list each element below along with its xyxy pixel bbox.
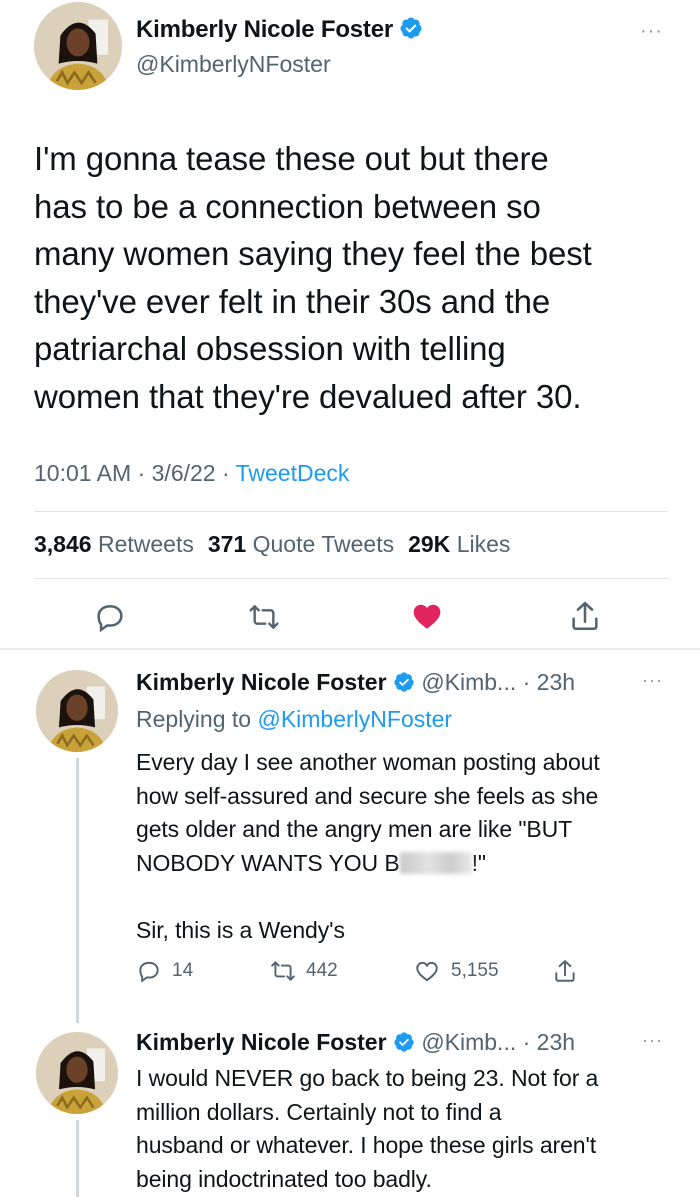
reply-author-name[interactable]: Kimberly Nicole Foster	[136, 669, 387, 695]
section-divider	[0, 648, 700, 650]
reply-text-line: NOBODY WANTS YOU B !"	[136, 847, 676, 881]
censored-word	[399, 851, 472, 874]
reply-count: 14	[172, 960, 194, 981]
reply-avatar[interactable]	[36, 670, 118, 752]
tweet-date[interactable]: 3/6/22	[152, 460, 216, 486]
like-count: 5,155	[451, 960, 499, 981]
reply-text-fragment: !"	[471, 849, 486, 876]
thread-connector	[76, 758, 79, 1023]
reply-text-line: million dollars. Certainly not to find a	[136, 1098, 502, 1125]
likes-label: Likes	[456, 531, 511, 557]
reply-time[interactable]: · 23h	[523, 669, 575, 695]
reply-text: Every day I see another woman posting ab…	[136, 746, 676, 947]
retweets-count: 3,846	[34, 531, 92, 557]
retweets-label: Retweets	[97, 531, 194, 557]
reply-icon	[139, 961, 159, 983]
thread-connector	[76, 1120, 79, 1197]
reply-handle[interactable]: @Kimb...	[421, 669, 516, 695]
author-handle[interactable]: @KimberlyNFoster	[136, 51, 331, 78]
quotes-count: 371	[207, 531, 247, 557]
tweet-metadata: 10:01 AM · 3/6/22 · TweetDeck	[34, 460, 349, 487]
reply-header: Kimberly Nicole Foster @Kimb... · 23h	[136, 669, 575, 696]
quote-tweets-stat[interactable]: 371 Quote Tweets	[208, 531, 394, 557]
reply-button[interactable]: 14	[136, 958, 193, 984]
retweet-button[interactable]	[247, 601, 281, 638]
more-icon[interactable]: ···	[642, 670, 663, 691]
reply-text-fragment: NOBODY WANTS YOU B	[136, 849, 400, 876]
likes-stat[interactable]: 29K Likes	[408, 531, 510, 557]
heart-icon	[413, 604, 441, 629]
tweet-text-line: patriarchal obsession with telling	[34, 330, 506, 367]
reply-text-line: husband or whatever. I hope these girls …	[136, 1132, 597, 1158]
reply-text-line: being indoctrinated too badly.	[136, 1165, 432, 1192]
tweet-text-line: many women saying they feel the best	[34, 235, 592, 272]
reply-icon	[97, 605, 123, 633]
tweet-text-line: I'm gonna tease these out but there	[34, 140, 549, 177]
replying-to-link[interactable]: @KimberlyNFoster	[257, 706, 452, 732]
share-icon	[572, 601, 598, 631]
retweets-stat[interactable]: 3,846 Retweets	[34, 531, 194, 557]
reply-text-line: I would NEVER go back to being 23. Not f…	[136, 1065, 599, 1091]
like-button[interactable]	[410, 600, 444, 637]
replying-prefix: Replying to	[136, 706, 252, 732]
tweet-text-line: women that they're devalued after 30.	[34, 377, 582, 415]
quotes-label: Quote Tweets	[252, 531, 395, 557]
reply-header: Kimberly Nicole Foster @Kimb... · 23h	[136, 1029, 575, 1056]
more-icon[interactable]: ···	[640, 20, 663, 43]
separator: ·	[131, 460, 152, 486]
reply-text-line: how self-assured and secure she feels as…	[136, 782, 599, 809]
reply-handle[interactable]: @Kimb...	[421, 1029, 516, 1055]
share-button[interactable]	[568, 599, 602, 638]
verified-badge-icon	[394, 672, 414, 692]
heart-outline-icon	[416, 961, 438, 982]
reply-text-line: Sir, this is a Wendy's	[136, 916, 345, 943]
engagement-stats: 3,846 Retweets 371 Quote Tweets 29K Likes	[34, 531, 510, 558]
retweet-count: 442	[306, 960, 338, 981]
share-button[interactable]	[552, 958, 588, 984]
reply-time[interactable]: · 23h	[523, 1029, 575, 1055]
divider	[34, 578, 668, 579]
author-avatar[interactable]	[34, 2, 122, 90]
likes-count: 29K	[408, 531, 451, 557]
author-name[interactable]: Kimberly Nicole Foster	[136, 16, 423, 44]
reply-author-name[interactable]: Kimberly Nicole Foster	[136, 1029, 387, 1055]
like-button[interactable]: 5,155	[413, 958, 499, 984]
divider	[34, 511, 668, 512]
tweet-text: I'm gonna tease these out but there has …	[34, 135, 674, 420]
tweet-time[interactable]: 10:01 AM	[34, 460, 131, 486]
tweet-text-line: they've ever felt in their 30s and the	[34, 282, 551, 320]
reply-text-line: gets older and the angry men are like "B…	[136, 816, 573, 842]
retweet-icon	[271, 961, 295, 981]
separator: ·	[215, 460, 236, 486]
avatar-photo	[34, 2, 122, 90]
reply-avatar[interactable]	[36, 1032, 118, 1114]
avatar-photo	[36, 670, 118, 752]
tweet-text-line: has to be a connection between so	[34, 187, 541, 225]
share-icon	[555, 960, 575, 982]
retweet-button[interactable]: 442	[270, 958, 338, 984]
verified-badge-icon	[394, 1032, 414, 1052]
verified-badge-icon	[400, 17, 422, 39]
author-name-text[interactable]: Kimberly Nicole Foster	[136, 16, 393, 43]
replying-to: Replying to @KimberlyNFoster	[136, 706, 452, 733]
reply-button[interactable]	[93, 600, 127, 639]
more-icon[interactable]: ···	[642, 1030, 663, 1051]
reply-text: I would NEVER go back to being 23. Not f…	[136, 1062, 676, 1196]
tweet-source-link[interactable]: TweetDeck	[236, 460, 350, 486]
retweet-icon	[249, 605, 279, 629]
avatar-photo	[36, 1032, 118, 1114]
reply-text-line: Every day I see another woman posting ab…	[136, 749, 600, 775]
